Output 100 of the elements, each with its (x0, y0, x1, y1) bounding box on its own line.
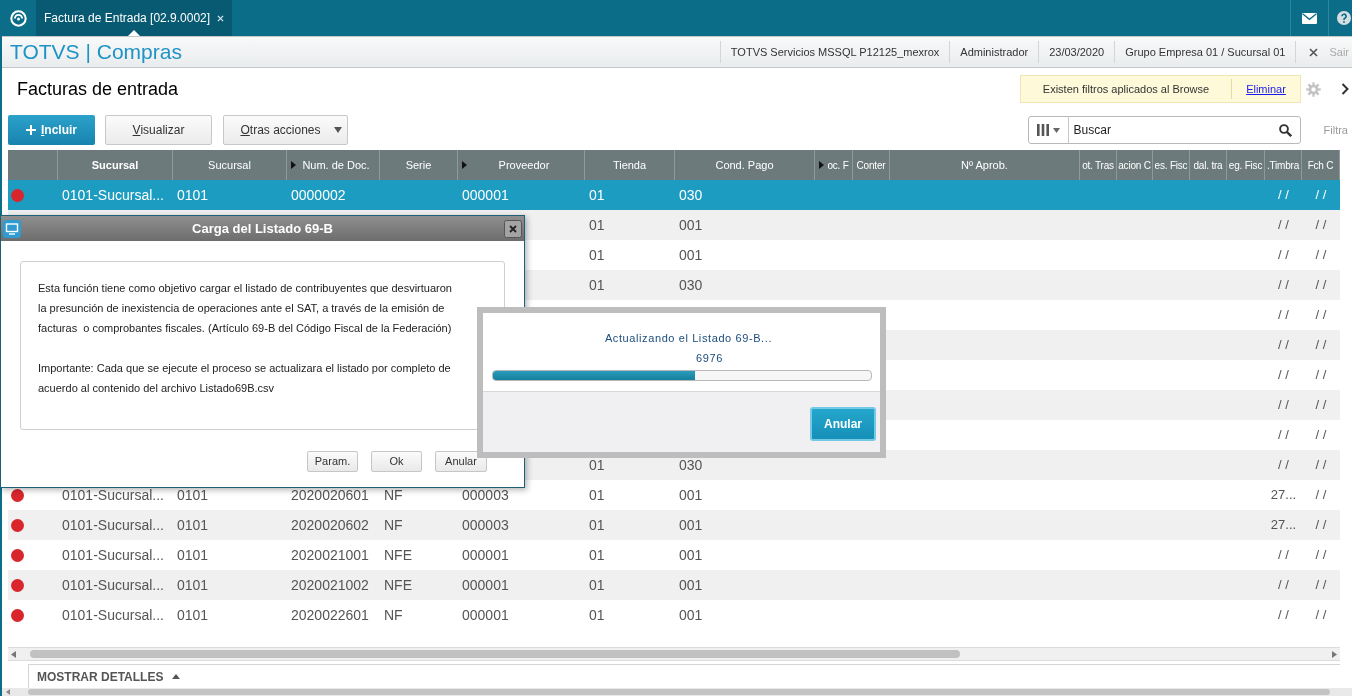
toolbar-button[interactable]: Visualizar (105, 115, 212, 145)
remove-filters-link[interactable]: Eliminar (1232, 80, 1300, 98)
details-toggle[interactable]: MOSTRAR DETALLES (29, 665, 181, 688)
table-cell-text: / / (1277, 456, 1290, 475)
table-cell-text: / / (1277, 606, 1290, 625)
table-cell-text: 030 (678, 455, 703, 475)
table-cell-text: / / (1314, 396, 1328, 415)
dialog-message: Importante: Cada que se ejecute el proceso se actualizara el listado por completo de acuerdo al contenido del archivo Listado69B.csv (38, 361, 452, 396)
table-cell-text: / / (1314, 546, 1328, 565)
table-row[interactable]: 0101-Sucursal... 0101 2020020602 NF 000003 01 001 27... / / (8, 510, 1340, 540)
table-cell-text: 0101-Sucursal... (61, 485, 164, 505)
table-cell-text: 0101 (176, 185, 209, 205)
progress-count: 6976 (695, 351, 724, 365)
table-cell-text: 01 (588, 545, 605, 565)
search-field[interactable]: Buscar (1027, 116, 1301, 144)
horizontal-scrollbar[interactable] (8, 647, 1340, 661)
app-title: TOTVS | Compras (9, 39, 182, 66)
table-cell-text: 0101-Sucursal... (61, 515, 164, 535)
dialog-button[interactable]: Ok (371, 451, 422, 472)
dialog-button[interactable]: Anular (435, 451, 487, 472)
table-cell-text: 01 (588, 455, 605, 475)
close-icon[interactable] (504, 219, 522, 238)
table-cell-text: 0101-Sucursal... (61, 575, 164, 595)
table-cell-text: 01 (588, 185, 605, 205)
table-cell-text: NFE (383, 545, 412, 565)
monitor-icon (3, 219, 21, 238)
table-cell-text: 2020022601 (290, 605, 369, 625)
table-cell-text: 001 (678, 245, 703, 265)
table-cell-text: NF (383, 485, 403, 505)
table-cell-text: 01 (588, 575, 605, 595)
table-cell-text: 2020021001 (290, 545, 369, 565)
scroll-left-icon[interactable] (6, 689, 10, 695)
table-cell-text: 2020021002 (290, 575, 369, 595)
table-cell-text: 0101-Sucursal... (61, 185, 164, 205)
toolbar-button[interactable]: Otras acciones (223, 115, 348, 145)
filter-label: Filtra (1323, 122, 1348, 138)
caret-down-icon[interactable] (1052, 127, 1060, 133)
table-cell-text: / / (1277, 336, 1290, 355)
table-cell-text: 001 (678, 215, 703, 235)
cancel-button[interactable]: Anular (810, 407, 876, 441)
triangle-right-icon (291, 161, 296, 169)
logo-icon[interactable] (9, 9, 27, 27)
horizontal-scrollbar[interactable] (2, 688, 1352, 696)
table-row[interactable]: 0101-Sucursal... 0101 0000002 000001 01 030 / / / / (8, 180, 1340, 210)
table-cell-text: NFE (383, 575, 412, 595)
table-cell-text: 01 (588, 515, 605, 535)
table-cell-text: 001 (678, 605, 703, 625)
table-cell-text: NF (383, 515, 403, 535)
scroll-left-icon[interactable] (11, 650, 16, 658)
help-icon[interactable] (1337, 11, 1351, 25)
table-cell-text: 01 (588, 275, 605, 295)
dialog-button[interactable]: Param. (307, 451, 358, 472)
notice-text: Existen filtros aplicados al Browse (1041, 81, 1211, 97)
triangle-right-icon (819, 161, 824, 169)
chevron-right-icon[interactable] (1341, 83, 1349, 95)
table-cell-text: 01 (588, 605, 605, 625)
progress-message: Actualizando el Listado 69-B... (603, 331, 774, 345)
table-cell-text: 2020020601 (290, 485, 369, 505)
scroll-right-icon[interactable] (1332, 650, 1337, 658)
table-cell-text: / / (1277, 246, 1290, 265)
table-cell-text: / / (1314, 336, 1328, 355)
table-cell-text: NF (383, 605, 403, 625)
table-cell-text: / / (1277, 216, 1290, 235)
table-cell-text: / / (1314, 516, 1328, 535)
table-cell-text: 0101-Sucursal... (61, 605, 164, 625)
triangle-right-icon (462, 161, 467, 169)
table-cell-text: / / (1277, 576, 1290, 595)
table-cell-text: / / (1314, 216, 1328, 235)
scrollbar-thumb[interactable] (30, 650, 960, 658)
table-cell-text: / / (1314, 306, 1328, 325)
table-cell-text: / / (1277, 546, 1290, 565)
table-cell-text: 000001 (461, 605, 509, 625)
plus-icon (26, 125, 36, 135)
table-cell-text: 000003 (461, 485, 509, 505)
search-icon[interactable] (1278, 123, 1292, 137)
table-cell-text: / / (1314, 366, 1328, 385)
table-cell-text: 0101-Sucursal... (61, 545, 164, 565)
table-cell-text: 27... (1269, 486, 1298, 505)
mail-icon[interactable] (1302, 12, 1317, 24)
search-input[interactable]: Buscar (1068, 117, 1279, 143)
table-cell-text: / / (1314, 186, 1328, 205)
table-cell-text: 0101 (176, 545, 209, 565)
table-row[interactable]: 0101-Sucursal... 0101 2020021002 NFE 000001 01 001 / / / / (8, 570, 1340, 600)
header-info-text: TOTVS Servicios MSSQL P12125_mexrox (719, 41, 950, 63)
toolbar-button[interactable]: Incluir (8, 115, 95, 145)
table-cell-text: / / (1314, 576, 1328, 595)
table-cell-text: 01 (588, 215, 605, 235)
table-cell-text: 001 (678, 485, 703, 505)
header-info-text: 23/03/2020 (1038, 41, 1115, 63)
table-cell-text: 2020020602 (290, 515, 369, 535)
columns-icon[interactable] (1036, 124, 1049, 136)
close-icon (1309, 47, 1319, 57)
table-cell-text: 27... (1269, 516, 1298, 535)
pointer-triangle-icon (128, 30, 141, 36)
table-cell-text: 000001 (461, 575, 509, 595)
table-cell-text: 030 (678, 185, 703, 205)
tab[interactable]: Factura de Entrada [02.9.0002] (36, 0, 233, 36)
table-cell-text: 000001 (461, 545, 509, 565)
table-cell-text: 001 (678, 515, 703, 535)
scrollbar-thumb[interactable] (28, 689, 1330, 695)
